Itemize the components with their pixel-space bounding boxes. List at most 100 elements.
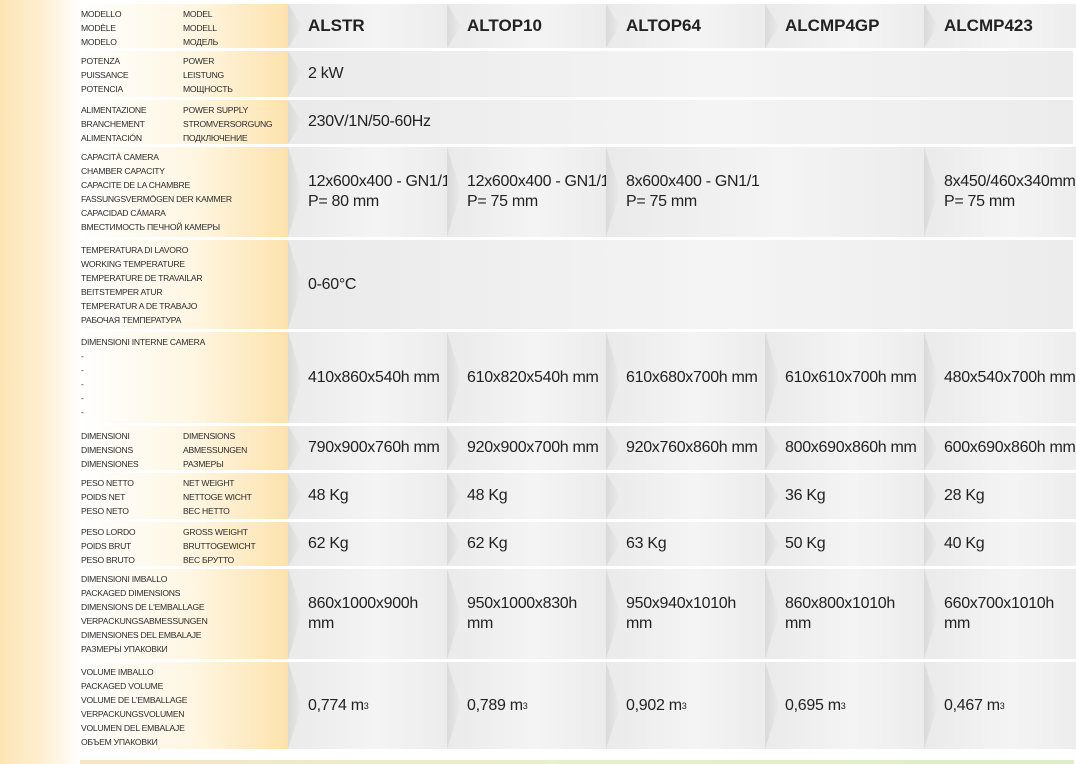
- row-chamber-capacity: CAPACITÀ CAMERA CHAMBER CAPACITY CAPACIT…: [80, 147, 1076, 237]
- label-line: TEMPERATURE DE TRAVAILAR: [81, 273, 203, 283]
- label-line: NET WEIGHT: [183, 478, 235, 488]
- label-line: MODELL: [183, 23, 217, 33]
- row-label: POTENZA PUISSANCE POTENCIA POWER LEISTUN…: [80, 51, 288, 97]
- label-line: NETTOGE WICHT: [183, 492, 252, 502]
- label-line: FASSUNGSVERMÖGEN DER KAMMER: [81, 194, 232, 204]
- internal-dimensions-value: 610x680x700h mm: [606, 332, 765, 423]
- internal-dimensions-value: 610x820x540h mm: [447, 332, 606, 423]
- volume-value: 0,902 m3: [606, 662, 765, 749]
- capacity-value: 12x600x400 - GN1/1 P= 80 mm: [288, 147, 451, 237]
- label-line: POIDS NET: [81, 492, 126, 502]
- label-line: DIMENSIONS: [81, 445, 133, 455]
- label-line: TEMPERATURA DI LAVORO: [81, 245, 189, 255]
- label-line: DIMENSIONES: [81, 459, 139, 469]
- label-line: VOLUMEN DEL EMBALAJE: [81, 723, 185, 733]
- gross-weight-value: 40 Kg: [924, 522, 1076, 566]
- label-line: GROSS WEIGHT: [183, 527, 248, 537]
- label-line: MODÈLE: [81, 23, 116, 33]
- volume-value: 0,695 m3: [765, 662, 924, 749]
- row-gross-weight: PESO LORDO POIDS BRUT PESO BRUTO GROSS W…: [80, 522, 1076, 566]
- row-label: DIMENSIONI INTERNE CAMERA - - - - -: [80, 332, 288, 423]
- net-weight-value: [606, 473, 765, 519]
- row-packaged-dimensions: DIMENSIONI IMBALLO PACKAGED DIMENSIONS D…: [80, 569, 1076, 659]
- spec-table: MODELLO MODÈLE MODELO MODEL MODELL МОДЕЛ…: [80, 4, 1076, 752]
- volume-value: 0,774 m3: [288, 662, 447, 749]
- capacity-value: 8x600x400 - GN1/1 P= 75 mm: [606, 147, 924, 237]
- label-line: DIMENSIONI INTERNE CAMERA: [81, 337, 206, 347]
- label-line: DIMENSIONI IMBALLO: [81, 574, 168, 584]
- label-line: WORKING TEMPERATURE: [81, 259, 185, 269]
- internal-dimensions-value: 610x610x700h mm: [765, 332, 924, 423]
- internal-dimensions-value: 480x540x700h mm: [924, 332, 1076, 423]
- gross-weight-value: 50 Kg: [765, 522, 924, 566]
- label-line: CAPACITE DE LA CHAMBRE: [81, 180, 190, 190]
- label-line: BRUTTOGEWICHT: [183, 541, 256, 551]
- dimensions-value: 790x900x760h mm: [288, 426, 447, 470]
- label-line: POWER: [183, 56, 215, 66]
- label-line: ABMESSUNGEN: [183, 445, 248, 455]
- label-line: -: [81, 393, 84, 403]
- row-label: VOLUME IMBALLO PACKAGED VOLUME VOLUME DE…: [80, 662, 288, 749]
- label-line: MODELLO: [81, 9, 122, 19]
- packaged-dimensions-value: 860x1000x900h mm: [288, 569, 447, 659]
- label-line: ОБЪЕМ УПАКОВКИ: [81, 737, 158, 747]
- row-label: PESO NETTO POIDS NET PESO NETO NET WEIGH…: [80, 473, 288, 519]
- label-line: РАБОЧАЯ ТЕМПЕРАТУРА: [81, 315, 182, 325]
- label-line: STROMVERSORGUNG: [183, 119, 273, 129]
- dimensions-value: 600x690x860h mm: [924, 426, 1076, 470]
- net-weight-value: 48 Kg: [447, 473, 606, 519]
- label-line: DIMENSIONS DE L'EMBALLAGE: [81, 602, 205, 612]
- dimensions-value: 920x900x700h mm: [447, 426, 606, 470]
- row-label: TEMPERATURA DI LAVORO WORKING TEMPERATUR…: [80, 240, 288, 329]
- label-line: POWER SUPPLY: [183, 105, 249, 115]
- label-line: РАЗМЕРЫ УПАКОВКИ: [81, 644, 168, 654]
- label-line: VERPACKUNGSABMESSUNGEN: [81, 616, 208, 626]
- gross-weight-value: 62 Kg: [447, 522, 606, 566]
- row-power-supply: ALIMENTAZIONE BRANCHEMENT ALIMENTACIÓN P…: [80, 100, 1074, 144]
- packaged-dimensions-value: 950x1000x830h mm: [447, 569, 606, 659]
- label-line: -: [81, 379, 84, 389]
- label-line: -: [81, 407, 84, 417]
- label-line: ВЕС НЕТТО: [183, 506, 230, 516]
- row-label: PESO LORDO POIDS BRUT PESO BRUTO GROSS W…: [80, 522, 288, 566]
- volume-value: 0,467 m3: [924, 662, 1076, 749]
- label-line: МОДЕЛЬ: [183, 37, 218, 47]
- label-line: PESO LORDO: [81, 527, 136, 537]
- label-line: CAPACITÀ CAMERA: [81, 152, 159, 162]
- volume-value: 0,789 m3: [447, 662, 606, 749]
- label-line: CAPACIDAD CÁMARA: [81, 208, 166, 218]
- label-line: -: [81, 351, 84, 361]
- label-line: BEITSTEMPER ATUR: [81, 287, 163, 297]
- label-line: VOLUME DE L'EMBALLAGE: [81, 695, 188, 705]
- model-name: ALCMP4GP: [765, 4, 924, 48]
- label-line: ВЕС БРУТТО: [183, 555, 234, 565]
- label-line: POIDS BRUT: [81, 541, 132, 551]
- row-label: DIMENSIONI IMBALLO PACKAGED DIMENSIONS D…: [80, 569, 288, 659]
- label-line: PACKAGED DIMENSIONS: [81, 588, 181, 598]
- row-packaged-volume: VOLUME IMBALLO PACKAGED VOLUME VOLUME DE…: [80, 662, 1076, 749]
- capacity-value: 12x600x400 - GN1/1 P= 75 mm: [447, 147, 610, 237]
- row-label: MODELLO MODÈLE MODELO MODEL MODELL МОДЕЛ…: [80, 4, 288, 48]
- label-line: PESO BRUTO: [81, 555, 135, 565]
- label-line: ALIMENTAZIONE: [81, 105, 147, 115]
- label-line: PESO NETO: [81, 506, 129, 516]
- row-label: DIMENSIONI DIMENSIONS DIMENSIONES DIMENS…: [80, 426, 288, 470]
- label-line: VOLUME IMBALLO: [81, 667, 154, 677]
- label-line: POTENCIA: [81, 84, 123, 94]
- model-name: ALCMP423: [924, 4, 1076, 48]
- model-name: ALTOP10: [447, 4, 606, 48]
- label-line: BRANCHEMENT: [81, 119, 145, 129]
- bottom-rule: [80, 760, 1074, 764]
- net-weight-value: 36 Kg: [765, 473, 924, 519]
- model-name: ALTOP64: [606, 4, 765, 48]
- label-line: LEISTUNG: [183, 70, 224, 80]
- label-line: DIMENSIONI: [81, 431, 130, 441]
- packaged-dimensions-value: 860x800x1010h mm: [765, 569, 924, 659]
- capacity-value: 8x450/460x340mm P= 75 mm: [924, 147, 1076, 237]
- label-line: DIMENSIONES DEL EMBALAJE: [81, 630, 202, 640]
- label-line: ALIMENTACIÓN: [81, 133, 142, 143]
- row-net-weight: PESO NETTO POIDS NET PESO NETO NET WEIGH…: [80, 473, 1076, 519]
- label-line: ПОДКЛЮЧЕНИЕ: [183, 133, 248, 143]
- packaged-dimensions-value: 660x700x1010h mm: [924, 569, 1076, 659]
- net-weight-value: 28 Kg: [924, 473, 1076, 519]
